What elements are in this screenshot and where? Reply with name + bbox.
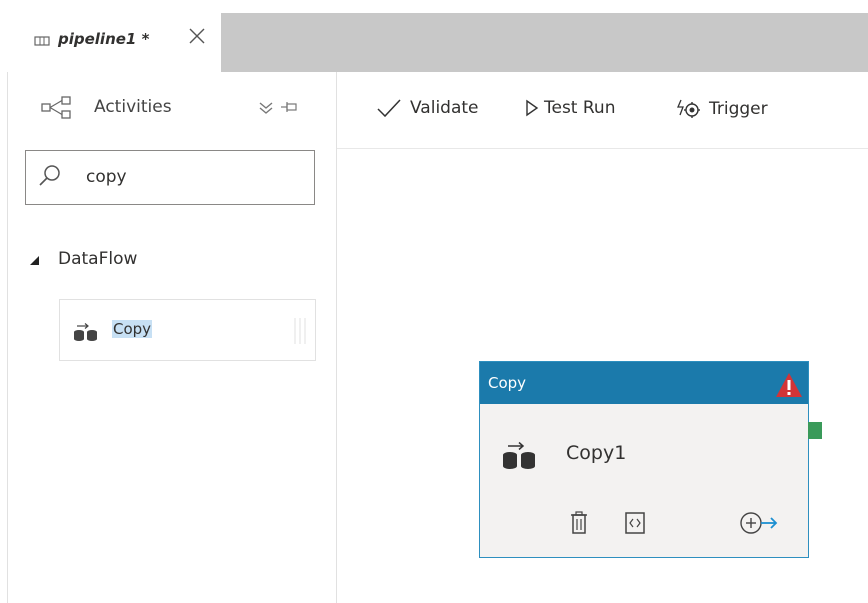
warning-icon[interactable] [775,372,803,398]
test-run-button[interactable]: Test Run [525,98,615,118]
activities-icon [41,96,71,119]
collapse-all-icon[interactable] [258,101,274,115]
search-input[interactable] [86,164,286,190]
activity-item-copy[interactable]: Copy [59,299,316,361]
trigger-icon [677,99,700,118]
activity-search[interactable] [25,150,315,205]
add-output-icon[interactable] [738,510,780,536]
code-icon[interactable] [624,511,646,535]
copy-data-icon [74,323,97,341]
delete-icon[interactable] [569,511,589,535]
activities-header: Activities [94,97,172,117]
category-dataflow[interactable]: DataFlow [58,249,137,269]
panel-divider[interactable] [336,72,337,603]
output-port[interactable] [808,422,822,439]
activity-item-label: Copy [112,320,153,338]
activity-header: Copy [480,362,808,404]
activity-name: Copy1 [566,442,627,464]
drag-handle-icon[interactable] [292,316,308,346]
trigger-button[interactable]: Trigger [676,98,768,120]
trigger-label: Trigger [709,99,768,119]
play-icon [526,99,539,117]
tab-pipeline1[interactable]: pipeline1 * [8,13,221,72]
validate-label: Validate [410,98,479,118]
validate-button[interactable]: Validate [376,98,479,118]
tab-bar-background [221,13,868,72]
tab-bar: pipeline1 * [0,0,868,72]
activity-type-label: Copy [488,374,527,392]
copy-activity-node[interactable]: Copy Copy1 [479,361,809,558]
pin-icon[interactable] [280,100,298,114]
search-icon [39,165,60,186]
checkmark-icon [377,99,401,118]
expand-triangle-icon[interactable] [28,253,40,267]
copy-data-icon [503,441,535,469]
tab-title: pipeline1 * [58,30,150,48]
left-border [7,72,8,603]
test-run-label: Test Run [544,98,616,118]
toolbar-divider [337,148,868,149]
close-icon[interactable] [186,25,208,47]
pipeline-icon [34,36,50,46]
